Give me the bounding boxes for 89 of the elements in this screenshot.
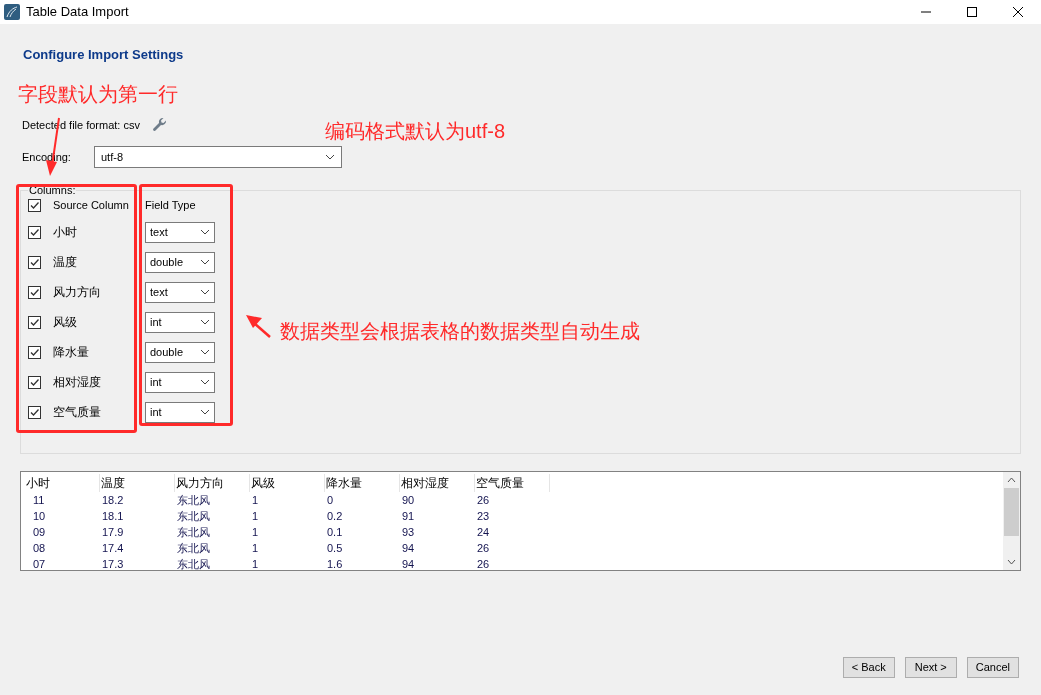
encoding-select[interactable]: utf-8 [94,146,342,168]
table-cell-text: 94 [401,540,416,556]
annotation-text: 字段默认为第一行 [18,82,178,107]
column-name: 降水量 [53,344,90,361]
table-cell-text: 东北风 [176,524,211,540]
chevron-down-icon [200,229,210,235]
table-cell-text: 24 [476,524,491,540]
table-cell-text: 10 [32,508,47,524]
annotation-arrow [244,313,272,339]
table-cell-text: 07 [32,556,47,572]
table-cell-text: 08 [32,540,47,556]
chevron-down-icon [325,154,335,160]
table-cell-text: 09 [32,524,47,540]
chevron-down-icon [200,289,210,295]
table-cell-text: 0.1 [326,524,344,540]
close-icon [1013,7,1023,17]
checkbox[interactable] [28,345,41,359]
column-name: 小时 [53,224,78,241]
chevron-down-icon [200,319,210,325]
table-cell-text: 90 [401,492,416,508]
table-cell-text: 17.3 [101,556,125,572]
field-type-select[interactable]: text [145,281,215,303]
checkbox[interactable] [28,375,41,389]
table-cell-text: 0 [326,492,335,508]
column-name: 相对湿度 [53,374,102,391]
table-header[interactable]: 风级 [250,474,325,492]
scrollbar[interactable] [1003,472,1020,570]
table-cell-text: 0.2 [326,508,344,524]
table-cell-text: 1 [251,556,260,572]
annotation-text: 数据类型会根据表格的数据类型自动生成 [280,319,640,344]
table-header[interactable]: 降水量 [325,474,400,492]
checkbox[interactable] [28,198,41,212]
column-name: 风力方向 [53,284,102,301]
app-logo-icon [4,4,20,20]
table-cell-text: 26 [476,556,491,572]
table-cell-text: 26 [476,540,491,556]
checkbox[interactable] [28,225,41,239]
wizard-button[interactable]: < Back [842,657,895,678]
table-cell-text: 26 [476,492,491,508]
field-type-select[interactable]: text [145,221,215,243]
table-cell-text: 17.9 [101,524,125,540]
checkbox[interactable] [28,315,41,329]
chevron-down-icon [200,259,210,265]
table-cell-text: 东北风 [176,540,211,556]
table-header[interactable]: 温度 [100,474,175,492]
annotation-text: 编码格式默认为utf-8 [325,119,506,144]
column-header: Source Column [53,197,130,213]
table-cell-text: 11 [32,492,46,508]
field-type-select[interactable]: int [145,311,215,333]
column-name: 温度 [53,254,78,271]
checkbox[interactable] [28,405,41,419]
table-cell-text: 东北风 [176,508,211,524]
table-cell-text: 91 [401,508,416,524]
column-name: 空气质量 [53,404,102,421]
table-cell-text: 1 [251,524,260,540]
table-cell-text: 1 [251,492,260,508]
table-header[interactable]: 相对湿度 [400,474,475,492]
table-cell-text: 1 [251,540,260,556]
table-cell-text: 0.5 [326,540,344,556]
table-cell-text: 东北风 [176,492,211,508]
table-cell-text: 1.6 [326,556,344,572]
chevron-down-icon [200,349,210,355]
field-type-select[interactable]: int [145,371,215,393]
wrench-icon[interactable] [152,117,168,133]
field-type-select[interactable]: double [145,251,215,273]
table-cell-text: 1 [251,508,260,524]
chevron-down-icon [200,409,210,415]
wizard-button[interactable]: Cancel [966,657,1019,678]
table-header[interactable]: 小时 [25,474,100,492]
table-cell-text: 18.2 [101,492,125,508]
field-type-select[interactable]: int [145,401,215,423]
checkbox[interactable] [28,255,41,269]
table-cell-text: 93 [401,524,416,540]
table-cell-text: 东北风 [176,556,211,572]
checkbox[interactable] [28,285,41,299]
table-cell-text: 94 [401,556,416,572]
table-header[interactable]: 风力方向 [175,474,250,492]
table-cell-text: 18.1 [101,508,125,524]
window-title: Table Data Import [26,3,129,22]
table-cell-text: 23 [476,508,491,524]
table-cell-text: 17.4 [101,540,125,556]
wizard-button[interactable]: Next > [904,657,957,678]
maximize-icon [967,7,977,17]
field-type-select[interactable]: double [145,341,215,363]
chevron-down-icon [200,379,210,385]
section-heading: Configure Import Settings [23,47,185,63]
table-header[interactable]: 空气质量 [475,474,550,492]
column-name: 风级 [53,314,78,331]
column-header: Field Type [145,197,196,213]
